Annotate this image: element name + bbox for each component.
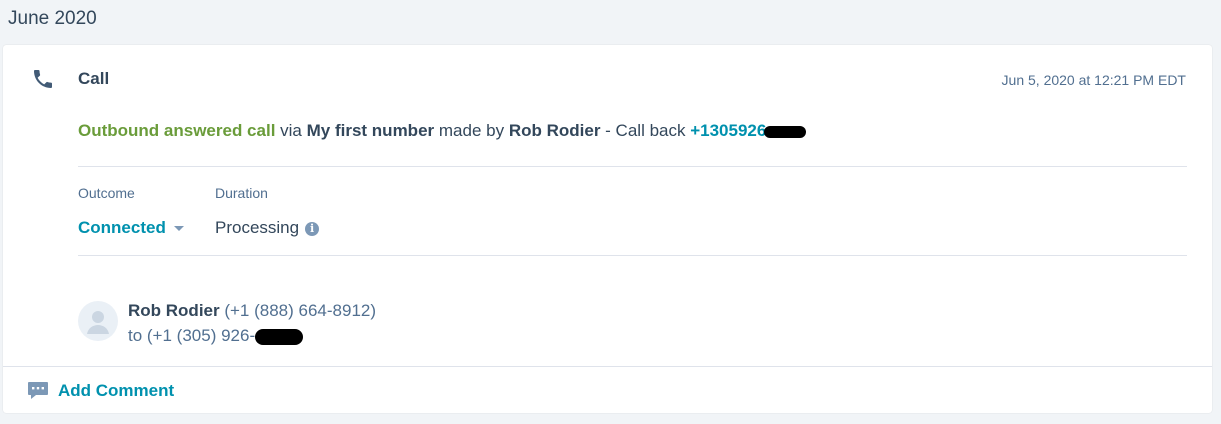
month-header: June 2020: [8, 8, 97, 29]
participant-name: Rob Rodier: [128, 301, 220, 320]
made-by-text: made by: [438, 121, 505, 140]
activity-title: Call: [78, 69, 110, 88]
participant-to: to (+1 (305) 926-: [128, 326, 304, 346]
duration-value-wrap: Processing i: [215, 218, 320, 238]
call-back-number-link[interactable]: +1305926: [690, 121, 807, 140]
call-summary: Outbound answered call via My first numb…: [78, 121, 807, 141]
phone-icon: [34, 70, 52, 88]
participant-to-number: to (+1 (305) 926-: [128, 326, 256, 345]
calling-number-name: My first number: [306, 121, 435, 140]
call-back-number: +1305926: [690, 121, 767, 140]
call-back-text: - Call back: [605, 121, 686, 140]
outcome-value: Connected: [78, 218, 166, 237]
outcome-dropdown[interactable]: Connected: [78, 218, 184, 238]
divider: [78, 255, 1187, 256]
call-activity-card: Call Jun 5, 2020 at 12:21 PM EDT Outboun…: [3, 45, 1212, 413]
caller-name: Rob Rodier: [508, 121, 601, 140]
participant-from: Rob Rodier (+1 (888) 664-8912): [128, 301, 376, 321]
footer-divider: [3, 366, 1212, 367]
duration-value: Processing: [215, 218, 300, 237]
comment-icon: [28, 382, 48, 399]
duration-label: Duration: [215, 185, 268, 201]
via-text: via: [280, 121, 302, 140]
avatar: [78, 301, 118, 341]
person-icon: [87, 311, 109, 334]
divider: [78, 166, 1187, 167]
outcome-label: Outcome: [78, 185, 135, 201]
caret-down-icon: [173, 226, 184, 232]
add-comment-label: Add Comment: [58, 381, 175, 400]
activity-timestamp: Jun 5, 2020 at 12:21 PM EDT: [1001, 72, 1186, 88]
info-icon[interactable]: i: [305, 222, 320, 236]
participant-from-number: (+1 (888) 664-8912): [224, 301, 377, 320]
add-comment-button[interactable]: Add Comment: [27, 381, 174, 401]
redaction-mark: [255, 328, 304, 345]
call-status: Outbound answered call: [78, 121, 276, 140]
redaction-mark: [764, 125, 807, 138]
